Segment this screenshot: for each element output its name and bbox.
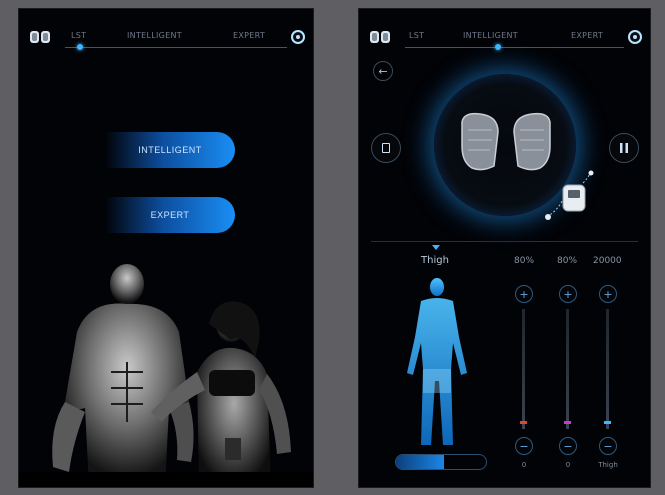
section-divider [371,241,638,242]
electrode-pads-logo-icon [370,31,390,43]
channel-3-minus-button[interactable]: − [599,437,617,455]
electrode-pads-logo-icon [30,31,50,43]
channel-3-plus-button[interactable]: + [599,285,617,303]
fitness-couple-image [19,264,313,487]
tab-intelligent[interactable]: INTELLIGENT [127,31,182,40]
channel-3-value: 20000 [593,256,622,266]
phone-screen-home: LST INTELLIGENT EXPERT INTELLIGENT EXPER… [18,8,314,488]
toggle-active-segment [396,455,444,469]
settings-gear-icon[interactable] [291,30,305,44]
phone-screen-intelligent: LST INTELLIGENT EXPERT ← Thigh 80% 80% 2… [358,8,651,488]
channel-2-minus-button[interactable]: − [559,437,577,455]
channel-2-label: 0 [565,461,571,469]
channel-2-knob[interactable] [564,421,571,424]
channel-1-label: 0 [521,461,527,469]
channel-3-label: Thigh [598,461,618,469]
body-figure-image[interactable] [397,277,477,449]
tab-intelligent[interactable]: INTELLIGENT [463,31,518,40]
tab-indicator-line [65,47,287,48]
channel-1-value: 80% [514,256,535,266]
tab-lst[interactable]: LST [71,31,86,40]
tab-active-marker [495,44,501,50]
tab-lst[interactable]: LST [409,31,424,40]
channel-2-plus-button[interactable]: + [559,285,577,303]
channel-1-slider[interactable] [522,309,525,429]
pause-icon [620,143,628,153]
channel-1-plus-button[interactable]: + [515,285,533,303]
mode-tab-bar: LST INTELLIGENT EXPERT [19,29,313,51]
thigh-highlight [423,369,451,393]
expert-mode-button[interactable]: EXPERT [105,197,235,233]
back-arrow-button[interactable]: ← [373,61,393,81]
pause-button[interactable] [609,133,639,163]
channel-3-knob[interactable] [604,421,611,424]
electrode-pads-image [461,112,551,171]
tab-expert[interactable]: EXPERT [233,31,265,40]
intelligent-mode-button[interactable]: INTELLIGENT [105,132,235,168]
settings-gear-icon[interactable] [628,30,642,44]
channel-1-knob[interactable] [520,421,527,424]
channel-1-minus-button[interactable]: − [515,437,533,455]
tab-indicator-line [405,47,624,48]
front-back-toggle[interactable] [395,454,487,470]
channel-2-slider[interactable] [566,309,569,429]
tab-active-marker [77,44,83,50]
channel-2-value: 80% [557,256,578,266]
channel-3-slider[interactable] [606,309,609,429]
body-part-label: Thigh [421,255,449,266]
tab-expert[interactable]: EXPERT [571,31,603,40]
selected-part-marker [432,245,440,250]
remote-controller-image [545,170,594,220]
mode-tab-bar: LST INTELLIGENT EXPERT [359,29,650,51]
stop-icon [382,143,390,153]
stop-button[interactable] [371,133,401,163]
